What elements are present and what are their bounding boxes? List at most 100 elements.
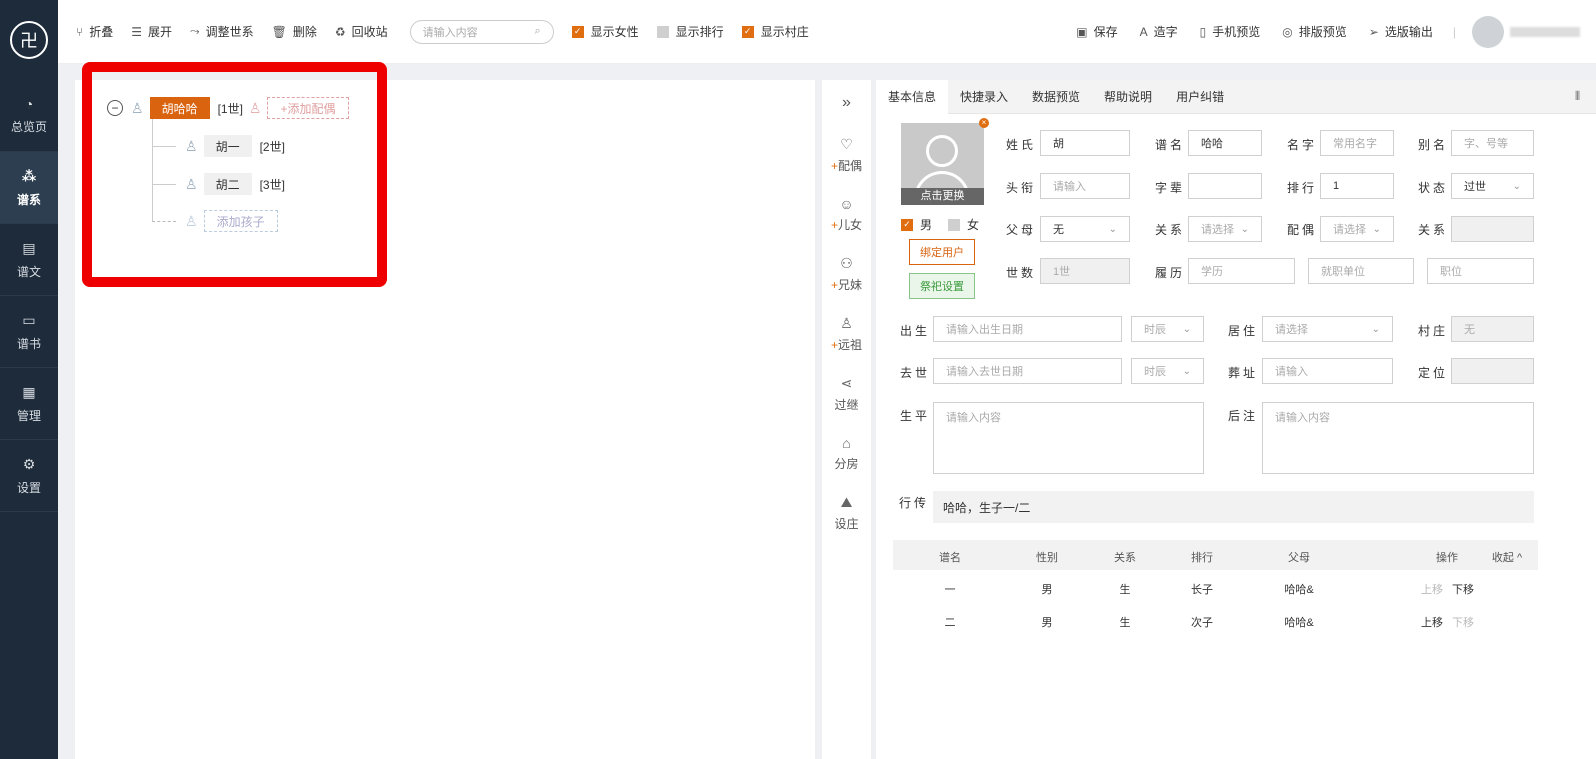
sidebar-item-manage[interactable]: ▦ 管理 <box>0 368 58 440</box>
user-name-blurred[interactable] <box>1510 26 1580 37</box>
move-up-button[interactable]: 上移 <box>1421 581 1443 597</box>
surname-input[interactable]: 胡 <box>1040 130 1130 156</box>
phone-icon: ▯ <box>1199 24 1207 39</box>
delete-label: 删除 <box>292 25 317 39</box>
position-input[interactable]: 职位 <box>1427 258 1534 284</box>
create-char-button[interactable]: A 造字 <box>1140 23 1178 40</box>
name-input[interactable]: 常用名字 <box>1320 130 1394 156</box>
user-avatar[interactable] <box>1472 15 1504 48</box>
panel-toggle-icon[interactable]: ⫴ <box>1575 89 1580 104</box>
table-cell: 生 <box>1119 584 1131 596</box>
alias-input[interactable]: 字、号等 <box>1451 130 1534 156</box>
action-3[interactable]: ♙ +远祖 <box>822 315 871 353</box>
radio-female[interactable] <box>948 218 961 231</box>
education-input[interactable]: 学历 <box>1188 258 1295 284</box>
remove-photo-icon[interactable]: × <box>979 118 989 128</box>
employer-input[interactable]: 就职单位 <box>1308 258 1414 284</box>
move-down-button[interactable]: 下移 <box>1452 614 1474 630</box>
action-icon: ♙ <box>840 315 853 331</box>
avatar-photo[interactable]: 点击更换 <box>901 123 984 205</box>
birth-label: 出生 <box>900 324 931 338</box>
death-date-input[interactable]: 请输入去世日期 <box>933 358 1122 384</box>
quick-actions: » ♡ +配偶 ☺ +儿女 ⚇ +兄妹 ♙ +远祖 ⋖ 过继 ⌂ 分房 ⛰ 设庄 <box>822 80 872 759</box>
locate-label: 定位 <box>1418 366 1449 380</box>
action-5[interactable]: ⌂ 分房 <box>822 435 871 472</box>
move-up-button[interactable]: 上移 <box>1421 614 1443 630</box>
show-rank-checkbox[interactable]: 显示排行 <box>656 23 724 40</box>
search-input[interactable]: 请输入内容 ⌕ <box>409 19 554 44</box>
action-icon: ⌂ <box>842 435 851 451</box>
delete-button[interactable]: 🗑 删除 <box>272 23 317 40</box>
table-header-cell[interactable]: 收起 ^ <box>1492 549 1522 565</box>
action-1[interactable]: ☺ +儿女 <box>822 196 871 233</box>
save-button[interactable]: ▣ 保存 <box>1076 23 1117 40</box>
layout-preview-button[interactable]: ◎ 排版预览 <box>1282 23 1347 40</box>
puname-input[interactable]: 哈哈 <box>1188 130 1262 156</box>
rank-input[interactable]: 1 <box>1320 173 1394 199</box>
action-4[interactable]: ⋖ 过继 <box>822 375 871 413</box>
sidebar-item-lineage[interactable]: ⁂ 谱系 <box>0 152 58 224</box>
search-icon[interactable]: ⌕ <box>534 25 540 38</box>
collapse-button[interactable]: ⑂ 折叠 <box>76 23 113 40</box>
parent-select[interactable]: 无 ⌄ <box>1040 216 1130 242</box>
show-female-checkbox[interactable]: ✓ 显示女性 <box>571 23 639 40</box>
expand-button[interactable]: ☰ 展开 <box>131 23 172 40</box>
double-chevron-right-icon[interactable]: » <box>822 94 871 112</box>
tab-help[interactable]: 帮助说明 <box>1092 80 1164 114</box>
tab-user-correction[interactable]: 用户纠错 <box>1164 80 1236 114</box>
zibei-input[interactable] <box>1188 173 1262 199</box>
show-village-checkbox[interactable]: ✓ 显示村庄 <box>741 23 809 40</box>
move-down-button[interactable]: 下移 <box>1452 581 1474 597</box>
action-6[interactable]: ⛰ 设庄 <box>822 494 871 532</box>
mobile-preview-button[interactable]: ▯ 手机预览 <box>1200 23 1261 40</box>
bind-user-button[interactable]: 绑定用户 <box>909 239 975 265</box>
sacrifice-settings-button[interactable]: 祭祀设置 <box>909 273 975 299</box>
radio-male[interactable]: ✓ <box>901 218 913 231</box>
residence-select[interactable]: 请选择 ⌄ <box>1262 316 1393 342</box>
sidebar-item-book[interactable]: ▭ 谱书 <box>0 296 58 368</box>
change-photo-label[interactable]: 点击更换 <box>901 188 984 205</box>
relation2-input <box>1451 216 1534 242</box>
export-button[interactable]: ➢ 选版输出 <box>1369 23 1433 40</box>
overview-icon: ◔ <box>24 96 34 112</box>
mobile-preview-label: 手机预览 <box>1212 25 1261 39</box>
spouse-select[interactable]: 请选择 ⌄ <box>1320 216 1394 242</box>
action-icon: ⋖ <box>840 375 853 391</box>
recycle-bin-button[interactable]: ♻ 回收站 <box>335 23 388 40</box>
death-hour-select[interactable]: 时辰 ⌄ <box>1131 358 1204 384</box>
birth-hour-select[interactable]: 时辰 ⌄ <box>1131 316 1204 342</box>
action-0[interactable]: ♡ +配偶 <box>822 136 871 174</box>
generation-label: 世数 <box>1006 266 1037 280</box>
sidebar-item-overview[interactable]: ◔ 总览页 <box>0 80 58 152</box>
chevron-down-icon: ⌄ <box>1182 323 1191 335</box>
parent-label: 父母 <box>1006 223 1037 237</box>
save-icon: ▣ <box>1076 24 1088 39</box>
title-input[interactable]: 请输入 <box>1040 173 1130 199</box>
life-textarea[interactable]: 请输入内容 <box>933 402 1204 474</box>
lineage-icon: ⁂ <box>21 167 37 184</box>
chevron-down-icon: ⌄ <box>1371 323 1380 335</box>
tab-quick-entry[interactable]: 快捷录入 <box>948 80 1020 114</box>
burial-input[interactable]: 请输入 <box>1262 358 1393 384</box>
save-label: 保存 <box>1093 25 1118 39</box>
sidebar-item-settings[interactable]: ⚙ 设置 <box>0 440 58 512</box>
table-cell: 长子 <box>1191 584 1213 596</box>
burial-label: 葬址 <box>1228 366 1259 380</box>
table-cell: 男 <box>1041 617 1053 629</box>
adjust-generation-button[interactable]: ⤳ 调整世系 <box>190 23 254 40</box>
birth-date-input[interactable]: 请输入出生日期 <box>933 316 1122 342</box>
checkbox-unchecked-icon <box>656 25 669 38</box>
chevron-down-icon: ⌄ <box>1372 223 1381 235</box>
status-select[interactable]: 过世 ⌄ <box>1451 173 1534 199</box>
title-label: 头衔 <box>1006 181 1037 195</box>
sidebar-item-text[interactable]: ▤ 谱文 <box>0 224 58 296</box>
chevron-down-icon: ⌄ <box>1108 223 1117 235</box>
table-header-cell: 性别 <box>1036 552 1058 564</box>
relation-select[interactable]: 请选择 ⌄ <box>1188 216 1262 242</box>
tab-data-preview[interactable]: 数据预览 <box>1020 80 1092 114</box>
tab-basic-info[interactable]: 基本信息 <box>876 79 949 114</box>
collapse-icon: ⑂ <box>76 24 84 39</box>
action-2[interactable]: ⚇ +兄妹 <box>822 255 871 293</box>
note-textarea[interactable]: 请输入内容 <box>1262 402 1534 474</box>
bio-field[interactable]: 哈哈，生子一/二 <box>933 491 1534 523</box>
